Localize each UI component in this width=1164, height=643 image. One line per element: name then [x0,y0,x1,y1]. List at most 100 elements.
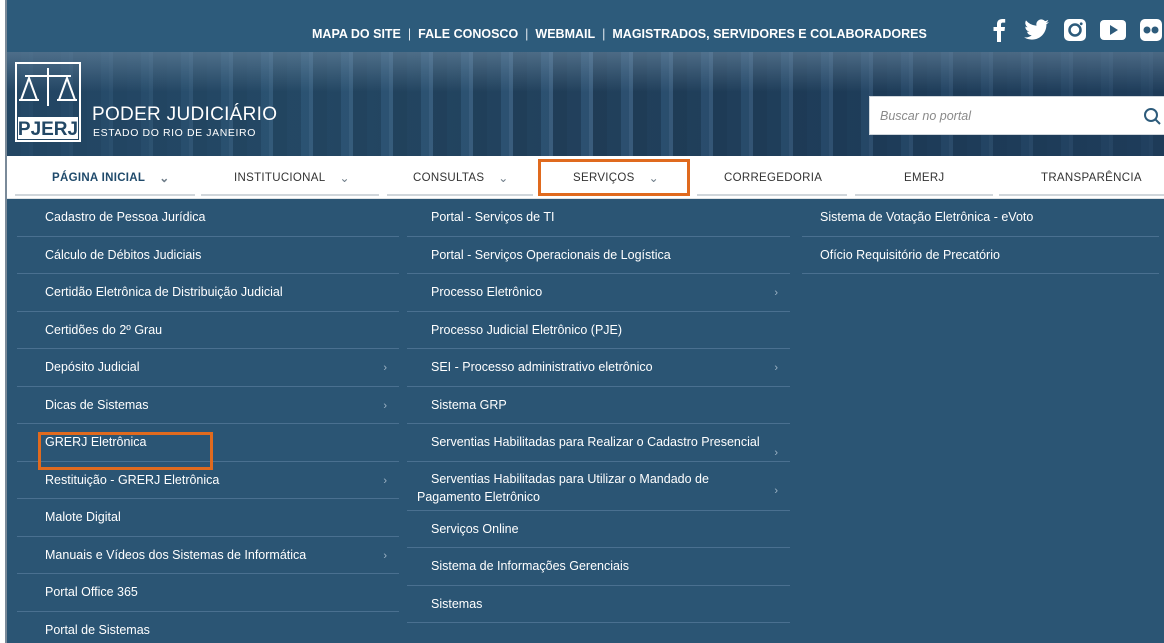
nav-transparencia[interactable]: TRANSPARÊNCIA [1041,156,1142,199]
menu-item[interactable]: Serviços Online [407,511,790,548]
menu-item[interactable]: Sistema GRP [407,387,790,424]
nav-pagina-inicial[interactable]: PÁGINA INICIAL ⌄ [52,156,170,199]
menu-item-label: Cálculo de Débitos Judiciais [45,247,202,262]
menu-item[interactable]: Cálculo de Débitos Judiciais [17,237,399,274]
menu-item-label: Malote Digital [45,510,121,525]
chevron-right-icon: › [383,362,387,374]
menu-item[interactable]: Processo Judicial Eletrônico (PJE) [407,312,790,349]
menu-item[interactable]: Manuais e Vídeos dos Sistemas de Informá… [17,537,399,574]
chevron-down-icon: ⌄ [339,170,350,185]
menu-item[interactable]: Certidão Eletrônica de Distribuição Judi… [17,274,399,312]
menu-item-label: Sistemas [431,596,483,611]
menu-item[interactable]: Sistema de Informações Gerenciais [407,548,790,586]
menu-item-label: Sistema GRP [431,397,507,412]
nav-consultas[interactable]: CONSULTAS ⌄ [413,156,509,199]
nav-underline [201,194,379,196]
menu-item[interactable]: Certidões do 2º Grau [17,312,399,349]
menu-item[interactable]: Portal de Sistemas [17,612,399,643]
menu-item[interactable]: Depósito Judicial › [17,349,399,387]
menu-item-label: Restituição - GRERJ Eletrônica [45,472,220,487]
nav-label: CORREGEDORIA [724,171,823,184]
nav-underline [999,194,1164,196]
menu-item-label: Cadastro de Pessoa Jurídica [45,210,206,225]
brand-title: PODER JUDICIÁRIO [92,104,278,125]
chevron-right-icon: › [774,362,778,374]
search-input[interactable] [880,107,1120,125]
menu-item-label: Portal de Sistemas [45,622,150,637]
menu-item[interactable]: Portal - Serviços de TI [407,199,790,237]
menu-item-label: Portal - Serviços Operacionais de Logíst… [431,247,671,262]
menu-item[interactable]: Serventias Habilitadas para Utilizar o M… [407,462,790,511]
menu-item-label: SEI - Processo administrativo eletrônico [431,360,653,375]
menu-item[interactable]: Malote Digital [17,499,399,537]
menu-item-label: Depósito Judicial [45,360,140,375]
twitter-icon[interactable] [1024,18,1050,42]
site-map-link[interactable]: MAPA DO SITE [312,27,401,41]
menu-item[interactable]: Dicas de Sistemas › [17,387,399,424]
nav-underline [387,194,533,196]
menu-item[interactable]: Cadastro de Pessoa Jurídica [17,199,399,237]
chevron-right-icon: › [383,399,387,412]
chevron-right-icon: › [383,549,387,562]
menu-item[interactable]: Ofício Requisitório de Precatório [802,237,1159,274]
nav-emerj[interactable]: EMERJ [904,156,944,199]
menu-item-label: Sistema de Votação Eletrônica - eVoto [820,210,1034,225]
facebook-icon[interactable] [986,18,1012,42]
menu-item[interactable]: Portal Office 365 [17,574,399,612]
webmail-link[interactable]: WEBMAIL [535,27,595,41]
menu-item-label: Sistema de Informações Gerenciais [431,559,630,574]
chevron-down-icon: ⌄ [159,170,170,185]
highlight-box-grerj [38,432,213,470]
menu-column-3: Sistema de Votação Eletrônica - eVoto Of… [802,199,1159,274]
nav-institucional[interactable]: INSTITUCIONAL ⌄ [234,156,350,199]
youtube-icon[interactable] [1100,18,1126,42]
nav-label: INSTITUCIONAL [234,171,326,184]
chevron-right-icon: › [774,484,778,497]
menu-item[interactable]: Serventias Habilitadas para Realizar o C… [407,424,790,462]
menu-item[interactable]: Sistema de Votação Eletrônica - eVoto [802,199,1159,237]
nav-underline [697,194,847,196]
flickr-icon[interactable] [1138,18,1164,42]
search-icon[interactable] [1141,105,1164,127]
menu-item-label: Certidão Eletrônica de Distribuição Judi… [45,285,283,300]
menu-item-label: Certidões do 2º Grau [45,322,163,337]
menu-item-label: Manuais e Vídeos dos Sistemas de Informá… [45,547,307,562]
contact-link[interactable]: FALE CONOSCO [418,27,518,41]
menu-item-label: Serventias Habilitadas para Realizar o C… [431,435,760,450]
instagram-icon[interactable] [1062,18,1088,42]
social-links [986,18,1164,42]
menu-item-label: Dicas de Sistemas [45,397,149,412]
site-header: PJERJ PODER JUDICIÁRIO ESTADO DO RIO DE … [7,52,1164,156]
chevron-right-icon: › [383,474,387,487]
nav-label: EMERJ [904,171,945,184]
menu-item-label: Processo Judicial Eletrônico (PJE) [431,322,623,337]
menu-item[interactable]: Sistemas [407,586,790,623]
brand-subtitle: ESTADO DO RIO DE JANEIRO [93,127,256,139]
nav-label: PÁGINA INICIAL [52,171,146,184]
staff-link[interactable]: MAGISTRADOS, SERVIDORES E COLABORADORES [612,27,926,41]
menu-item-label: Processo Eletrônico [431,285,543,300]
servicos-dropdown: Cadastro de Pessoa Jurídica Cálculo de D… [7,199,1164,643]
menu-item[interactable]: SEI - Processo administrativo eletrônico… [407,349,790,387]
chevron-right-icon: › [774,447,778,459]
nav-underline [15,194,195,196]
menu-column-2: Portal - Serviços de TI Portal - Serviço… [407,199,790,623]
menu-column-1: Cadastro de Pessoa Jurídica Cálculo de D… [17,199,399,643]
menu-item[interactable]: Processo Eletrônico › [407,274,790,312]
highlight-box-servicos [538,159,690,196]
header-background [7,52,1164,92]
browser-viewport: MAPA DO SITE | FALE CONOSCO | WEBMAIL | MAGIST… [5,0,1164,643]
pjerj-logo-icon[interactable]: PJERJ [15,62,81,142]
menu-item-label: Portal - Serviços de TI [431,210,555,225]
logo-text: PJERJ [18,119,78,140]
menu-item[interactable]: Portal - Serviços Operacionais de Logíst… [407,237,790,274]
search-box [869,96,1164,135]
menu-item-label: Serventias Habilitadas para Utilizar o M… [417,471,709,504]
nav-underline [855,194,993,196]
menu-item-label: Serviços Online [431,521,519,536]
chevron-right-icon: › [774,287,778,299]
menu-item-label: Portal Office 365 [45,585,138,600]
top-bar: MAPA DO SITE | FALE CONOSCO | WEBMAIL | MAGIST… [7,0,1164,60]
nav-label: TRANSPARÊNCIA [1041,171,1142,184]
nav-corregedoria[interactable]: CORREGEDORIA [724,156,822,199]
